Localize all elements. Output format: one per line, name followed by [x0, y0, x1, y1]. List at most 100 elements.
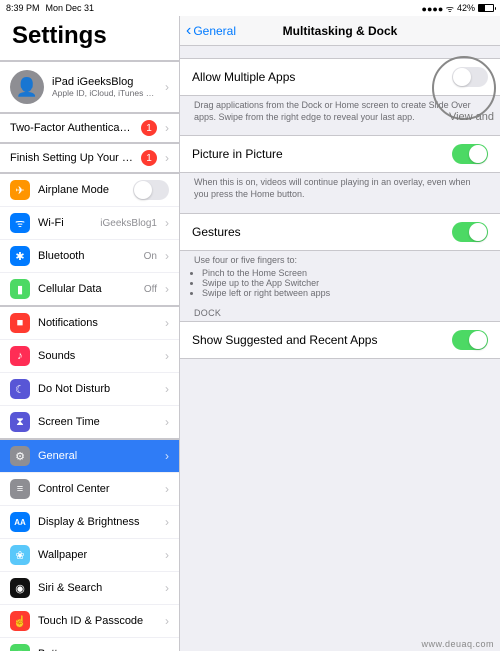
airplane-mode-row[interactable]: ✈ Airplane Mode: [0, 174, 179, 207]
cellular-row[interactable]: ▮ Cellular Data Off ›: [0, 273, 179, 305]
chevron-right-icon: ›: [165, 121, 169, 135]
chevron-right-icon: ›: [165, 647, 169, 651]
bluetooth-row[interactable]: ✱ Bluetooth On ›: [0, 240, 179, 273]
gesture-bullet: Swipe up to the App Switcher: [202, 278, 486, 288]
account-name: iPad iGeeksBlog: [52, 76, 157, 88]
general-row[interactable]: ⚙ General ›: [0, 440, 179, 473]
chevron-right-icon: ›: [165, 449, 169, 463]
chevron-right-icon: ›: [165, 151, 169, 165]
chevron-right-icon: ›: [165, 349, 169, 363]
badge-icon: 1: [141, 150, 157, 166]
back-label: General: [193, 24, 236, 38]
control-center-row[interactable]: ≡ Control Center ›: [0, 473, 179, 506]
notifications-label: Notifications: [38, 317, 157, 329]
display-label: Display & Brightness: [38, 516, 157, 528]
allow-multiple-apps-switch[interactable]: [452, 67, 488, 87]
chevron-right-icon: ›: [165, 316, 169, 330]
chevron-right-icon: ›: [165, 548, 169, 562]
pip-label: Picture in Picture: [192, 147, 452, 161]
bluetooth-value: On: [144, 251, 157, 262]
wifi-icon: ᯤ: [10, 213, 30, 233]
recent-apps-row[interactable]: Show Suggested and Recent Apps: [180, 322, 500, 358]
chevron-right-icon: ›: [165, 614, 169, 628]
screentime-label: Screen Time: [38, 416, 157, 428]
finish-setup-label: Finish Setting Up Your iPad: [10, 152, 133, 164]
screentime-row[interactable]: ⧗ Screen Time ›: [0, 406, 179, 438]
chevron-right-icon: ›: [165, 80, 169, 94]
wallpaper-label: Wallpaper: [38, 549, 157, 561]
sounds-row[interactable]: ♪ Sounds ›: [0, 340, 179, 373]
chevron-right-icon: ›: [165, 515, 169, 529]
sounds-icon: ♪: [10, 346, 30, 366]
wallpaper-row[interactable]: ❀ Wallpaper ›: [0, 539, 179, 572]
battery-pct: 42%: [457, 3, 475, 13]
gestures-row[interactable]: Gestures: [180, 214, 500, 250]
badge-icon: 1: [141, 120, 157, 136]
pip-row[interactable]: Picture in Picture: [180, 136, 500, 172]
display-icon: AA: [10, 512, 30, 532]
page-title: Multitasking & Dock: [283, 24, 398, 38]
airplane-switch[interactable]: [133, 180, 169, 200]
battery-icon: [478, 4, 494, 12]
battery-icon: ▮: [10, 644, 30, 651]
account-subtitle: Apple ID, iCloud, iTunes & App St…: [52, 88, 157, 98]
wifi-row[interactable]: ᯤ Wi-Fi iGeeksBlog1 ›: [0, 207, 179, 240]
wifi-value: iGeeksBlog1: [100, 218, 157, 229]
cellular-label: Cellular Data: [38, 283, 136, 295]
notifications-icon: ■: [10, 313, 30, 333]
dock-section-header: Dock: [180, 298, 500, 321]
two-factor-row[interactable]: Two-Factor Authentication 1 ›: [0, 114, 179, 142]
wifi-label: Wi-Fi: [38, 217, 92, 229]
flower-icon: ❀: [10, 545, 30, 565]
display-row[interactable]: AA Display & Brightness ›: [0, 506, 179, 539]
finish-setup-row[interactable]: Finish Setting Up Your iPad 1 ›: [0, 144, 179, 172]
gear-icon: ⚙: [10, 446, 30, 466]
chevron-right-icon: ›: [165, 482, 169, 496]
gestures-label: Gestures: [192, 225, 452, 239]
chevron-right-icon: ›: [165, 382, 169, 396]
pip-footer: When this is on, videos will continue pl…: [180, 173, 500, 200]
chevron-right-icon: ›: [165, 282, 169, 296]
hourglass-icon: ⧗: [10, 412, 30, 432]
status-time: 8:39 PM: [6, 3, 40, 13]
touchid-row[interactable]: ☝ Touch ID & Passcode ›: [0, 605, 179, 638]
settings-sidebar: Settings 👤 iPad iGeeksBlog Apple ID, iCl…: [0, 16, 180, 651]
chevron-right-icon: ›: [165, 249, 169, 263]
allow-multiple-apps-row[interactable]: Allow Multiple Apps: [180, 59, 500, 95]
avatar: 👤: [10, 70, 44, 104]
siri-label: Siri & Search: [38, 582, 157, 594]
back-button[interactable]: ‹ General: [186, 24, 236, 38]
control-center-label: Control Center: [38, 483, 157, 495]
chevron-right-icon: ›: [165, 581, 169, 595]
watermark: www.deuaq.com: [421, 639, 494, 649]
cellular-icon: ▮: [10, 279, 30, 299]
recent-apps-label: Show Suggested and Recent Apps: [192, 333, 452, 347]
fingerprint-icon: ☝: [10, 611, 30, 631]
general-label: General: [38, 450, 157, 462]
siri-icon: ◉: [10, 578, 30, 598]
dnd-label: Do Not Disturb: [38, 383, 157, 395]
pip-switch[interactable]: [452, 144, 488, 164]
dnd-row[interactable]: ☾ Do Not Disturb ›: [0, 373, 179, 406]
gestures-switch[interactable]: [452, 222, 488, 242]
airplane-icon: ✈: [10, 180, 30, 200]
allow-multiple-apps-label: Allow Multiple Apps: [192, 70, 452, 84]
wifi-icon: ●●●● ᯤ: [422, 2, 454, 15]
chevron-right-icon: ›: [165, 216, 169, 230]
recent-apps-switch[interactable]: [452, 330, 488, 350]
bluetooth-label: Bluetooth: [38, 250, 136, 262]
touchid-label: Touch ID & Passcode: [38, 615, 157, 627]
cellular-value: Off: [144, 284, 157, 295]
notifications-row[interactable]: ■ Notifications ›: [0, 307, 179, 340]
switches-icon: ≡: [10, 479, 30, 499]
two-factor-label: Two-Factor Authentication: [10, 122, 133, 134]
battery-row[interactable]: ▮ Battery ›: [0, 638, 179, 651]
nav-bar: ‹ General Multitasking & Dock: [180, 16, 500, 46]
gesture-bullet: Swipe left or right between apps: [202, 288, 486, 298]
airplane-label: Airplane Mode: [38, 184, 125, 196]
status-bar: 8:39 PM Mon Dec 31 ●●●● ᯤ 42%: [0, 0, 500, 16]
siri-row[interactable]: ◉ Siri & Search ›: [0, 572, 179, 605]
account-row[interactable]: 👤 iPad iGeeksBlog Apple ID, iCloud, iTun…: [0, 62, 179, 112]
annotation-view-and: View and: [449, 111, 494, 123]
detail-pane: ‹ General Multitasking & Dock Allow Mult…: [180, 16, 500, 651]
